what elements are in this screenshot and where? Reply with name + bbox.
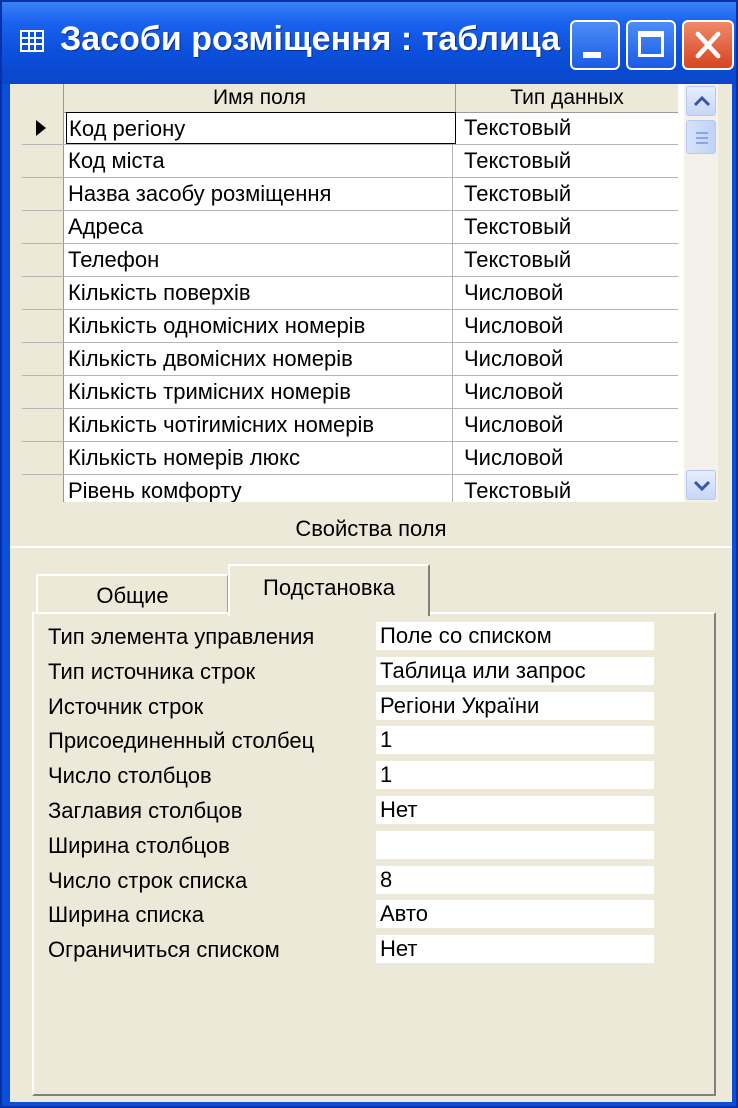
table-row[interactable]: Кількість чотirимісних номерів Числовой [22,409,678,442]
minimize-icon [583,52,601,58]
row-selector[interactable] [22,442,64,474]
chevron-up-icon [693,95,711,107]
table-row[interactable]: Телефон Текстовый [22,244,678,277]
table-row[interactable]: Кількість номерів люкс Числовой [22,442,678,475]
row-selector[interactable] [22,244,64,276]
scroll-down-button[interactable] [686,470,716,500]
property-label: Число строк списка [48,867,248,893]
maximize-button[interactable] [626,20,676,70]
column-header-field-name[interactable]: Имя поля [64,84,456,112]
property-value[interactable]: Регіони України [376,691,654,720]
field-name-cell[interactable]: Адреса [68,211,453,243]
row-selector[interactable] [22,277,64,309]
data-type-cell[interactable]: Числовой [464,409,674,441]
title-bar[interactable]: Засоби розміщення : таблица [2,2,736,84]
data-type-cell[interactable]: Текстовый [464,475,674,502]
close-icon [695,31,721,59]
row-selector[interactable] [22,145,64,177]
field-name-cell[interactable]: Кількість тримісних номерів [68,376,453,408]
data-type-cell[interactable]: Текстовый [464,244,674,276]
field-name-cell[interactable]: Код міста [68,145,453,177]
table-design-window: Засоби розміщення : таблица Имя поля Тип… [0,0,738,1108]
column-header-data-type[interactable]: Тип данных [456,84,678,112]
maximize-icon [638,31,664,57]
data-type-cell[interactable]: Текстовый [464,211,674,243]
data-type-cell[interactable]: Числовой [464,343,674,375]
property-label: Ограничиться списком [48,937,280,963]
property-label: Ширина столбцов [48,832,230,858]
row-selector[interactable] [22,376,64,408]
lookup-tab-panel: Тип элемента управления Поле со списком … [32,612,716,1096]
scroll-thumb[interactable] [686,120,716,154]
property-value[interactable]: Таблица или запрос [376,656,654,685]
table-row[interactable]: Кількість поверхів Числовой [22,277,678,310]
vertical-scrollbar[interactable] [684,84,718,502]
row-selector[interactable] [22,310,64,342]
row-selector[interactable] [22,409,64,441]
header-selector [22,84,64,112]
data-type-cell[interactable]: Текстовый [464,178,674,210]
row-pointer-icon [36,120,46,136]
property-label: Заглавия столбцов [48,797,243,823]
row-selector[interactable] [22,343,64,375]
tab-lookup[interactable]: Подстановка [228,564,430,616]
table-row[interactable]: Назва засобу розміщення Текстовый [22,178,678,211]
table-row[interactable]: Кількість тримісних номерів Числовой [22,376,678,409]
data-type-cell[interactable]: Числовой [464,277,674,309]
property-label: Тип источника строк [48,658,256,684]
property-label: Число столбцов [48,763,212,789]
client-area: Имя поля Тип данных Код регіону Текстовы… [10,84,732,1102]
row-selector[interactable] [22,475,64,502]
property-label: Ширина списка [48,902,205,928]
property-label: Присоединенный столбец [48,728,315,754]
property-value[interactable]: Нет [376,935,654,964]
data-type-cell[interactable]: Числовой [464,442,674,474]
property-value[interactable]: 1 [376,726,654,755]
property-value[interactable]: Нет [376,795,654,824]
property-value[interactable]: Поле со списком [376,622,654,650]
row-selector[interactable] [22,178,64,210]
field-name-cell[interactable]: Кількість одномісних номерів [68,310,453,342]
property-label: Источник строк [48,693,204,719]
row-selector[interactable] [22,112,64,144]
property-value[interactable]: Авто [376,900,654,929]
chevron-down-icon [693,480,711,491]
property-value[interactable]: 8 [376,865,654,894]
table-row[interactable]: Кількість одномісних номерів Числовой [22,310,678,343]
table-row[interactable]: Кількість двомісних номерів Числовой [22,343,678,376]
property-label: Тип элемента управления [48,624,315,649]
data-type-cell[interactable]: Текстовый [464,145,674,177]
property-value[interactable]: 1 [376,761,654,790]
table-row[interactable]: Код міста Текстовый [22,145,678,178]
field-name-cell[interactable]: Рівень комфорту [68,475,453,502]
data-type-cell[interactable]: Текстовый [464,112,674,144]
data-type-cell[interactable]: Числовой [464,376,674,408]
field-name-cell[interactable]: Назва засобу розміщення [68,178,453,210]
field-name-cell[interactable]: Телефон [68,244,453,276]
field-name-cell[interactable]: Кількість поверхів [68,277,453,309]
field-grid[interactable]: Имя поля Тип данных Код регіону Текстовы… [22,84,718,502]
field-name-cell[interactable]: Кількість номерів люкс [68,442,453,474]
divider [10,546,732,548]
field-name-cell[interactable]: Кількість чотirимісних номерів [68,409,453,441]
window-title: Засоби розміщення : таблица [60,20,561,58]
property-value[interactable] [376,830,654,859]
scroll-up-button[interactable] [686,86,716,116]
grid-header: Имя поля Тип данных [22,84,678,113]
data-type-cell[interactable]: Числовой [464,310,674,342]
table-row[interactable]: Адреса Текстовый [22,211,678,244]
table-icon[interactable] [20,30,44,52]
table-row[interactable]: Код регіону Текстовый [22,112,678,145]
table-row[interactable]: Рівень комфорту Текстовый [22,475,678,502]
minimize-button[interactable] [570,20,620,70]
field-name-cell[interactable]: Кількість двомісних номерів [68,343,453,375]
tab-general[interactable]: Общие [36,574,228,614]
grid-rows: Код регіону Текстовый Код міста Текстовы… [22,112,678,502]
row-selector[interactable] [22,211,64,243]
field-name-cell[interactable]: Код регіону [66,112,456,144]
field-properties-title: Свойства поля [295,516,447,541]
close-button[interactable] [682,20,734,70]
